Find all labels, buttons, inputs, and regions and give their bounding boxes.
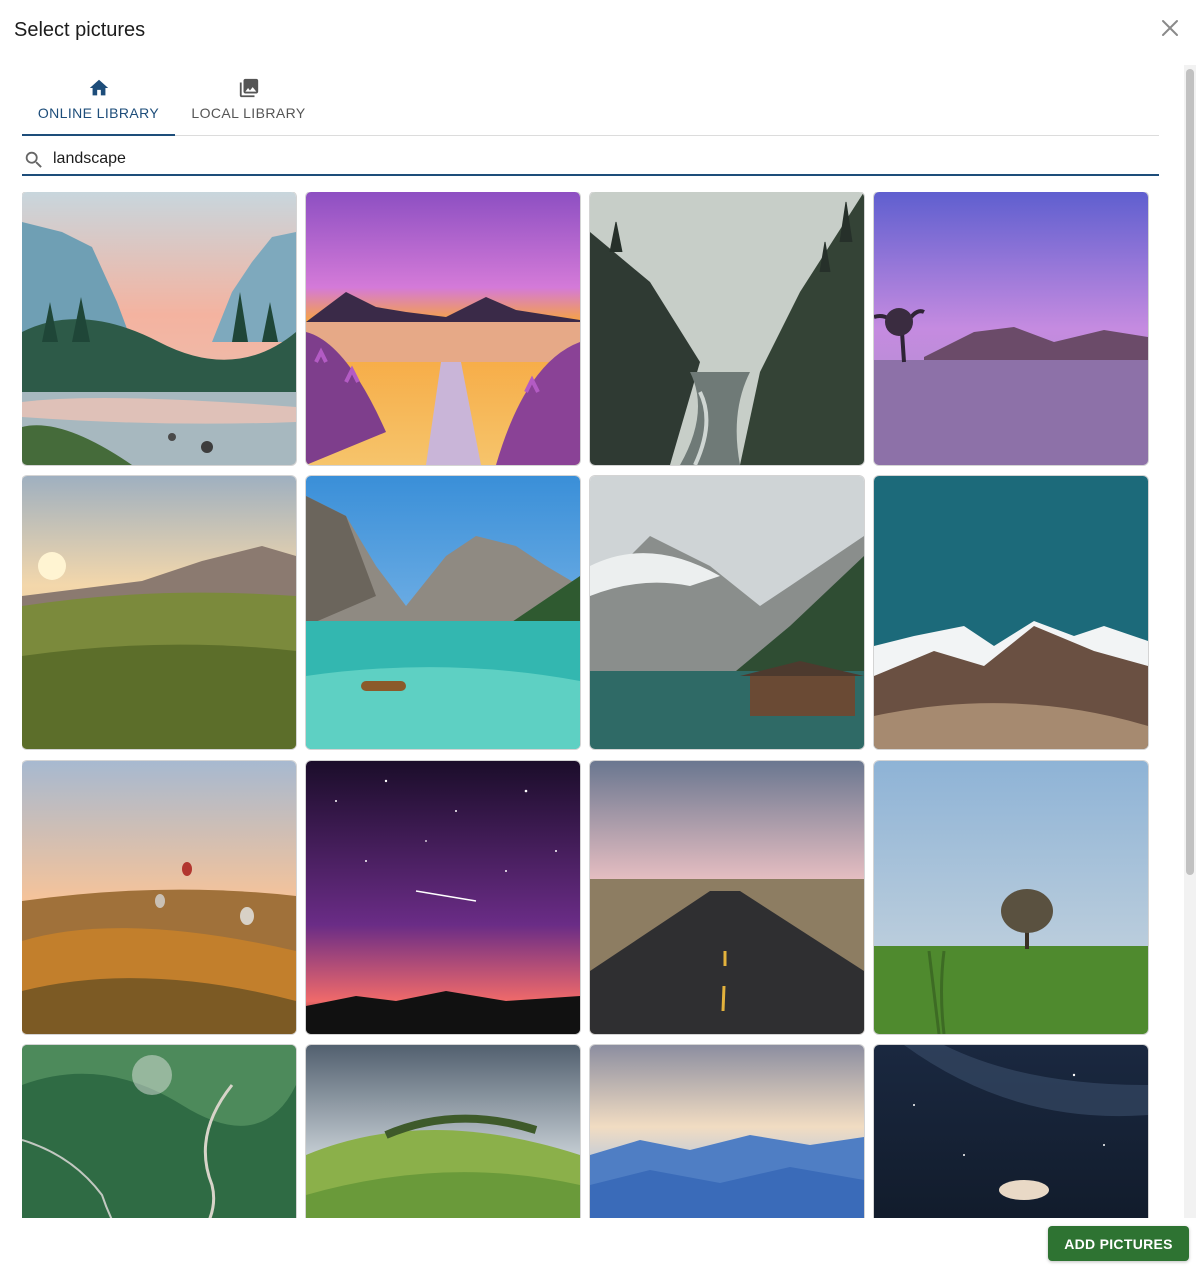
image-tile[interactable] bbox=[590, 761, 864, 1034]
image-thumbnail bbox=[22, 192, 296, 465]
image-tile[interactable] bbox=[306, 1045, 580, 1218]
image-thumbnail bbox=[22, 476, 296, 749]
image-thumbnail bbox=[874, 761, 1148, 1034]
close-icon[interactable] bbox=[1158, 16, 1182, 40]
scrollbar[interactable] bbox=[1184, 65, 1196, 1218]
image-thumbnail bbox=[590, 1045, 864, 1218]
image-thumbnail bbox=[306, 192, 580, 465]
image-tile[interactable] bbox=[874, 192, 1148, 465]
image-thumbnail bbox=[22, 761, 296, 1034]
image-thumbnail bbox=[306, 1045, 580, 1218]
image-tile[interactable] bbox=[874, 476, 1148, 749]
image-thumbnail bbox=[590, 476, 864, 749]
home-icon bbox=[88, 77, 110, 99]
image-tile[interactable] bbox=[22, 1045, 296, 1218]
scrollbar-thumb[interactable] bbox=[1186, 69, 1194, 875]
image-thumbnail bbox=[874, 1045, 1148, 1218]
image-tile[interactable] bbox=[874, 1045, 1148, 1218]
image-thumbnail bbox=[590, 761, 864, 1034]
image-tile[interactable] bbox=[22, 761, 296, 1034]
image-results-grid bbox=[22, 192, 1152, 1218]
image-tile[interactable] bbox=[22, 476, 296, 749]
image-tile[interactable] bbox=[590, 1045, 864, 1218]
tab-label: ONLINE LIBRARY bbox=[37, 105, 160, 121]
image-thumbnail bbox=[874, 476, 1148, 749]
image-tile[interactable] bbox=[22, 192, 296, 465]
add-pictures-button[interactable]: ADD PICTURES bbox=[1048, 1226, 1189, 1261]
image-tile[interactable] bbox=[306, 761, 580, 1034]
tab-online-library[interactable]: ONLINE LIBRARY bbox=[22, 70, 175, 136]
image-thumbnail bbox=[306, 761, 580, 1034]
image-tile[interactable] bbox=[306, 192, 580, 465]
search-bar bbox=[22, 145, 1159, 176]
search-input[interactable] bbox=[53, 147, 1143, 171]
tab-label: LOCAL LIBRARY bbox=[191, 105, 306, 121]
photo-library-icon bbox=[238, 77, 260, 99]
image-thumbnail bbox=[306, 476, 580, 749]
image-thumbnail bbox=[22, 1045, 296, 1218]
image-thumbnail bbox=[874, 192, 1148, 465]
image-tile[interactable] bbox=[874, 761, 1148, 1034]
image-tile[interactable] bbox=[306, 476, 580, 749]
tab-local-library[interactable]: LOCAL LIBRARY bbox=[175, 70, 322, 135]
image-tile[interactable] bbox=[590, 476, 864, 749]
library-tabs: ONLINE LIBRARY LOCAL LIBRARY bbox=[22, 70, 1159, 136]
image-tile[interactable] bbox=[590, 192, 864, 465]
image-thumbnail bbox=[590, 192, 864, 465]
search-icon bbox=[23, 149, 45, 176]
dialog-title: Select pictures bbox=[14, 19, 146, 41]
